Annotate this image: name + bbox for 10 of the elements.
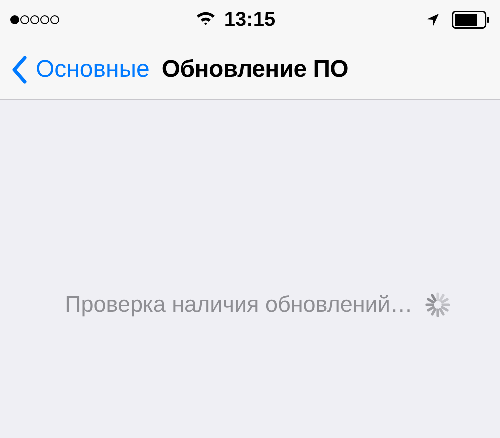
time-text: 13:15 <box>224 8 276 32</box>
location-arrow-icon <box>426 13 440 27</box>
loading-spinner-icon <box>422 290 453 320</box>
battery-icon <box>452 11 490 29</box>
page-title: Обновление ПО <box>162 56 349 84</box>
signal-icon <box>10 14 62 26</box>
back-chevron-icon <box>12 56 27 84</box>
status-message: Проверка наличия обновлений… <box>65 292 413 318</box>
back-button[interactable]: Основные <box>12 56 150 84</box>
wifi-icon <box>196 11 216 26</box>
